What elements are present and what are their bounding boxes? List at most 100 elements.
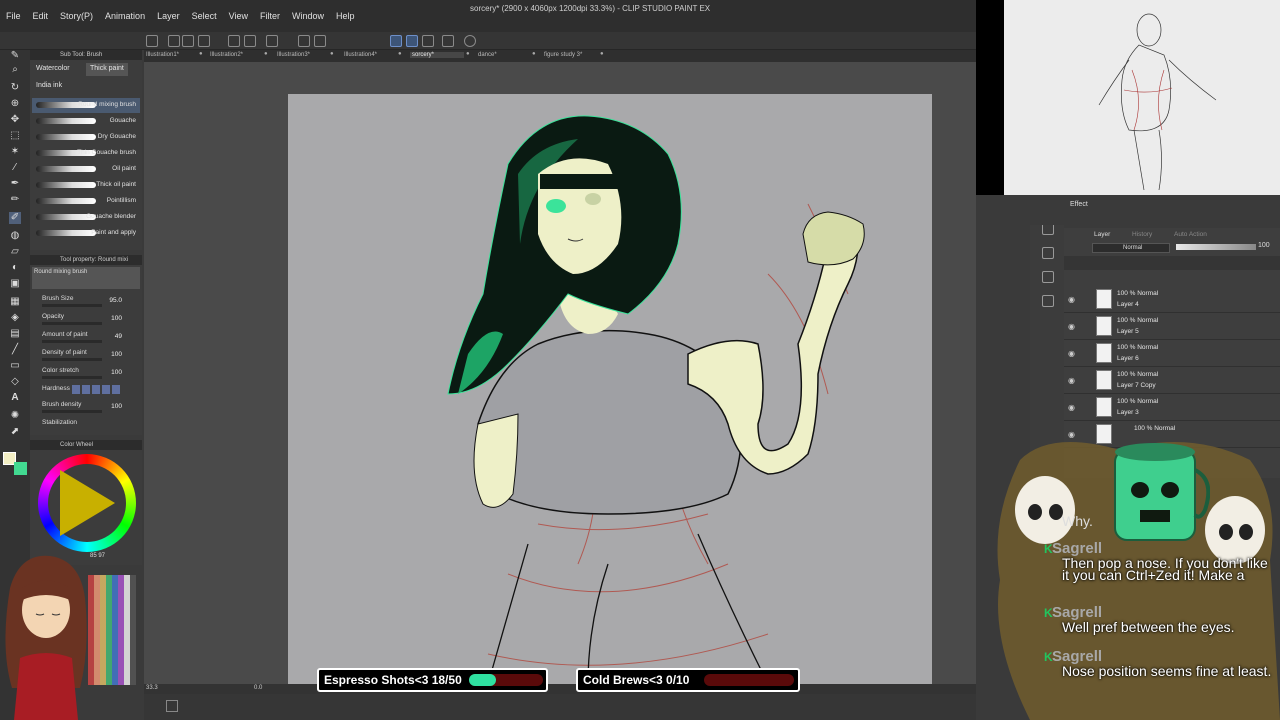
airbrush-icon[interactable]: ◍ (9, 230, 21, 242)
close-icon[interactable]: ● (466, 51, 470, 57)
tab-illustration2[interactable]: Illustration2* (210, 52, 243, 58)
move-icon[interactable]: ✥ (9, 114, 21, 126)
select-icon[interactable]: ⬚ (9, 130, 21, 142)
subtab-watercolor[interactable]: Watercolor (32, 63, 74, 76)
fill-icon[interactable] (298, 35, 310, 47)
history-icon[interactable] (1042, 271, 1054, 283)
clip-studio-icon[interactable] (442, 35, 454, 47)
close-icon[interactable]: ● (532, 51, 536, 57)
prop-brush-size[interactable]: Brush Size 95.0 (40, 295, 140, 309)
zoom-icon[interactable]: ⌕ (9, 64, 21, 76)
subtab-india-ink[interactable]: India ink (32, 80, 66, 93)
prop-amount-of-paint[interactable]: Amount of paint 49 (40, 331, 140, 345)
close-icon[interactable]: ● (264, 51, 268, 57)
menu-help[interactable]: Help (330, 11, 361, 21)
rotation-value[interactable]: 0.0 (254, 685, 262, 691)
saturation-triangle[interactable] (60, 470, 115, 536)
fill-bucket-icon[interactable]: ◈ (9, 312, 21, 324)
visibility-eye-icon[interactable]: ◉ (1068, 295, 1075, 304)
prop-hardness[interactable]: Hardness (40, 385, 140, 399)
menu-file[interactable]: File (0, 11, 27, 21)
prop-slider[interactable] (42, 358, 102, 361)
close-icon[interactable]: ● (600, 51, 604, 57)
menu-story[interactable]: Story(P) (54, 11, 99, 21)
prop-value[interactable]: 49 (115, 333, 122, 340)
layer-name[interactable]: Layer 5 (1117, 328, 1139, 335)
sub-view-icon[interactable] (1042, 295, 1054, 307)
eraser-icon[interactable]: ▱ (9, 246, 21, 258)
brush-thick-oil[interactable]: Thick oil paint (32, 178, 140, 193)
visibility-eye-icon[interactable]: ◉ (1068, 403, 1075, 412)
layer-row[interactable]: ◉ 100 % Normal Layer 4 (1064, 286, 1280, 313)
menu-animation[interactable]: Animation (99, 11, 151, 21)
undo-icon[interactable] (228, 35, 240, 47)
hardness-steps[interactable] (72, 385, 122, 394)
magic-wand-icon[interactable]: ✶ (9, 146, 21, 158)
grid-icon[interactable]: ▦ (9, 296, 21, 308)
figure-icon[interactable]: ▣ (9, 278, 21, 290)
new-file-icon[interactable] (146, 35, 158, 47)
layer-name[interactable]: Layer 4 (1117, 301, 1139, 308)
close-icon[interactable]: ● (199, 51, 203, 57)
layer-row[interactable]: ◉ 100 % Normal Layer 5 (1064, 313, 1280, 340)
save-icon[interactable] (182, 35, 194, 47)
brush-pointillism[interactable]: Pointillism (32, 194, 140, 209)
prop-value[interactable]: 100 (111, 351, 122, 358)
text-icon[interactable]: A (9, 392, 21, 404)
snap-grid-icon[interactable] (406, 35, 418, 47)
help-icon[interactable] (464, 35, 476, 47)
snap-ruler-icon[interactable] (390, 35, 402, 47)
pen-tool-icon[interactable]: ✎ (9, 50, 21, 62)
tab-illustration1[interactable]: Illustration1* (146, 52, 179, 58)
eyedropper-icon[interactable]: ⁄ (9, 162, 21, 174)
tab-dance[interactable]: dance* (478, 52, 497, 58)
pen-icon[interactable]: ✒ (9, 178, 21, 190)
menu-layer[interactable]: Layer (151, 11, 186, 21)
prop-value[interactable]: 100 (111, 403, 122, 410)
open-file-icon[interactable] (168, 35, 180, 47)
menu-view[interactable]: View (223, 11, 254, 21)
settings-icon[interactable] (266, 35, 278, 47)
brush-dry-gouache[interactable]: Dry Gouache (32, 130, 140, 145)
prop-value[interactable]: 95.0 (109, 297, 122, 304)
magnifier-icon[interactable]: ⊕ (9, 98, 21, 110)
balloon-icon[interactable]: ◇ (9, 376, 21, 388)
zoom-value[interactable]: 33.3 (146, 685, 158, 691)
layer-name[interactable]: Layer 6 (1117, 355, 1139, 362)
sub-color-swatch[interactable] (14, 462, 27, 475)
tab-layer[interactable]: Layer (1094, 231, 1110, 238)
tab-auto-action[interactable]: Auto Action (1174, 231, 1207, 238)
drawing-canvas[interactable] (288, 94, 932, 684)
brush-paint-and-apply[interactable]: Paint and apply (32, 226, 140, 236)
color-palette[interactable] (88, 575, 136, 685)
prop-slider[interactable] (42, 340, 102, 343)
menu-filter[interactable]: Filter (254, 11, 286, 21)
visibility-eye-icon[interactable]: ◉ (1068, 376, 1075, 385)
redo-icon[interactable] (244, 35, 256, 47)
prop-opacity[interactable]: Opacity 100 (40, 313, 140, 327)
layer-name[interactable]: Layer 7 Copy (1117, 382, 1156, 389)
layer-row[interactable]: ◉ 100 % Normal Layer 3 (1064, 394, 1280, 421)
prop-value[interactable]: 100 (111, 315, 122, 322)
color-wheel[interactable] (38, 454, 136, 552)
tab-illustration3[interactable]: Illustration3* (277, 52, 310, 58)
layer-opacity-slider[interactable] (1176, 244, 1256, 250)
gradient-icon[interactable]: ▤ (9, 328, 21, 340)
operation-icon[interactable]: ⬈ (9, 426, 21, 438)
transform-icon[interactable] (314, 35, 326, 47)
menu-window[interactable]: Window (286, 11, 330, 21)
tab-figure-study[interactable]: figure study 3* (544, 52, 582, 58)
subtab-thick-paint[interactable]: Thick paint (86, 63, 128, 76)
line-icon[interactable]: ╱ (9, 344, 21, 356)
prop-stabilization[interactable]: Stabilization (40, 419, 140, 433)
brush-round-mixing[interactable]: Round mixing brush (32, 98, 140, 113)
prop-color-stretch[interactable]: Color stretch 100 (40, 367, 140, 381)
layer-name[interactable]: Layer 3 (1117, 409, 1139, 416)
menu-select[interactable]: Select (186, 11, 223, 21)
close-icon[interactable]: ● (330, 51, 334, 57)
brush-oil-paint[interactable]: Oil paint (32, 162, 140, 177)
layer-property-icon[interactable] (1042, 247, 1054, 259)
brush-icon[interactable]: ✐ (9, 212, 21, 224)
panel-toggle-icon[interactable] (166, 700, 178, 712)
close-icon[interactable]: ● (398, 51, 402, 57)
